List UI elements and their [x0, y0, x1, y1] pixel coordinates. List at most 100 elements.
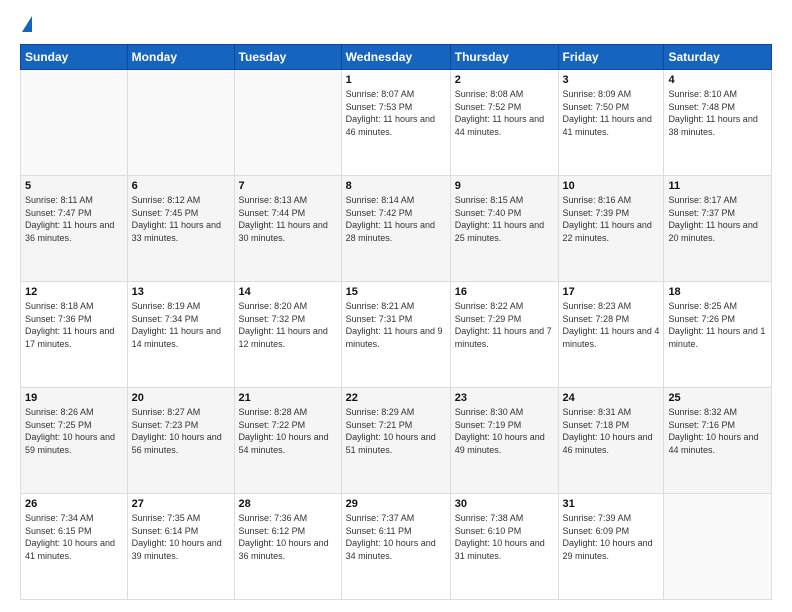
day-info: Sunrise: 7:39 AM Sunset: 6:09 PM Dayligh…: [563, 512, 660, 562]
calendar-cell: [664, 494, 772, 600]
calendar-day-header: Sunday: [21, 45, 128, 70]
day-info: Sunrise: 8:16 AM Sunset: 7:39 PM Dayligh…: [563, 194, 660, 244]
calendar-cell: 11 Sunrise: 8:17 AM Sunset: 7:37 PM Dayli…: [664, 176, 772, 282]
logo: [20, 16, 32, 34]
day-info: Sunrise: 7:37 AM Sunset: 6:11 PM Dayligh…: [346, 512, 446, 562]
day-number: 2: [455, 74, 554, 86]
day-number: 3: [563, 74, 660, 86]
day-number: 27: [132, 498, 230, 510]
calendar-cell: 27 Sunrise: 7:35 AM Sunset: 6:14 PM Dayli…: [127, 494, 234, 600]
calendar-cell: 5 Sunrise: 8:11 AM Sunset: 7:47 PM Daylig…: [21, 176, 128, 282]
day-info: Sunrise: 8:21 AM Sunset: 7:31 PM Dayligh…: [346, 300, 446, 350]
day-number: 24: [563, 392, 660, 404]
logo-triangle-icon: [22, 16, 32, 32]
day-number: 4: [668, 74, 767, 86]
day-info: Sunrise: 8:25 AM Sunset: 7:26 PM Dayligh…: [668, 300, 767, 350]
calendar-cell: 13 Sunrise: 8:19 AM Sunset: 7:34 PM Dayli…: [127, 282, 234, 388]
day-number: 1: [346, 74, 446, 86]
day-info: Sunrise: 7:34 AM Sunset: 6:15 PM Dayligh…: [25, 512, 123, 562]
day-info: Sunrise: 8:18 AM Sunset: 7:36 PM Dayligh…: [25, 300, 123, 350]
calendar-cell: 25Sunrise: 8:32 AM Sunset: 7:16 PM Dayli…: [664, 388, 772, 494]
calendar-cell: 1 Sunrise: 8:07 AM Sunset: 7:53 PM Daylig…: [341, 70, 450, 176]
day-info: Sunrise: 8:30 AM Sunset: 7:19 PM Dayligh…: [455, 406, 554, 456]
calendar-day-header: Wednesday: [341, 45, 450, 70]
day-info: Sunrise: 7:35 AM Sunset: 6:14 PM Dayligh…: [132, 512, 230, 562]
page: SundayMondayTuesdayWednesdayThursdayFrid…: [0, 0, 792, 612]
day-info: Sunrise: 8:23 AM Sunset: 7:28 PM Dayligh…: [563, 300, 660, 350]
calendar-table: SundayMondayTuesdayWednesdayThursdayFrid…: [20, 44, 772, 600]
day-number: 13: [132, 286, 230, 298]
header: [20, 16, 772, 34]
day-info: Sunrise: 8:12 AM Sunset: 7:45 PM Dayligh…: [132, 194, 230, 244]
day-number: 5: [25, 180, 123, 192]
day-number: 31: [563, 498, 660, 510]
calendar-cell: 31 Sunrise: 7:39 AM Sunset: 6:09 PM Dayli…: [558, 494, 664, 600]
calendar-cell: 17 Sunrise: 8:23 AM Sunset: 7:28 PM Dayli…: [558, 282, 664, 388]
calendar-cell: 22 Sunrise: 8:29 AM Sunset: 7:21 PM Dayli…: [341, 388, 450, 494]
calendar-cell: [234, 70, 341, 176]
day-number: 26: [25, 498, 123, 510]
day-number: 15: [346, 286, 446, 298]
calendar-cell: 9 Sunrise: 8:15 AM Sunset: 7:40 PM Daylig…: [450, 176, 558, 282]
day-number: 7: [239, 180, 337, 192]
day-info: Sunrise: 8:07 AM Sunset: 7:53 PM Dayligh…: [346, 88, 446, 138]
day-info: Sunrise: 8:11 AM Sunset: 7:47 PM Dayligh…: [25, 194, 123, 244]
day-info: Sunrise: 8:17 AM Sunset: 7:37 PM Dayligh…: [668, 194, 767, 244]
calendar-cell: 6 Sunrise: 8:12 AM Sunset: 7:45 PM Daylig…: [127, 176, 234, 282]
day-number: 8: [346, 180, 446, 192]
day-number: 21: [239, 392, 337, 404]
calendar-cell: 16 Sunrise: 8:22 AM Sunset: 7:29 PM Dayli…: [450, 282, 558, 388]
calendar-cell: 8 Sunrise: 8:14 AM Sunset: 7:42 PM Daylig…: [341, 176, 450, 282]
day-info: Sunrise: 8:10 AM Sunset: 7:48 PM Dayligh…: [668, 88, 767, 138]
day-number: 6: [132, 180, 230, 192]
day-number: 16: [455, 286, 554, 298]
calendar-cell: [21, 70, 128, 176]
calendar-day-header: Tuesday: [234, 45, 341, 70]
calendar-cell: 19 Sunrise: 8:26 AM Sunset: 7:25 PM Dayli…: [21, 388, 128, 494]
day-info: Sunrise: 8:15 AM Sunset: 7:40 PM Dayligh…: [455, 194, 554, 244]
calendar-cell: 7 Sunrise: 8:13 AM Sunset: 7:44 PM Daylig…: [234, 176, 341, 282]
calendar-week-row: 5 Sunrise: 8:11 AM Sunset: 7:47 PM Daylig…: [21, 176, 772, 282]
day-info: Sunrise: 8:31 AM Sunset: 7:18 PM Dayligh…: [563, 406, 660, 456]
day-info: Sunrise: 8:27 AM Sunset: 7:23 PM Dayligh…: [132, 406, 230, 456]
calendar-cell: 29Sunrise: 7:37 AM Sunset: 6:11 PM Dayli…: [341, 494, 450, 600]
calendar-cell: 26 Sunrise: 7:34 AM Sunset: 6:15 PM Dayli…: [21, 494, 128, 600]
day-number: 19: [25, 392, 123, 404]
day-info: Sunrise: 8:14 AM Sunset: 7:42 PM Dayligh…: [346, 194, 446, 244]
day-number: 9: [455, 180, 554, 192]
calendar-cell: 4 Sunrise: 8:10 AM Sunset: 7:48 PM Daylig…: [664, 70, 772, 176]
day-number: 20: [132, 392, 230, 404]
day-info: Sunrise: 8:26 AM Sunset: 7:25 PM Dayligh…: [25, 406, 123, 456]
calendar-cell: 12Sunrise: 8:18 AM Sunset: 7:36 PM Dayli…: [21, 282, 128, 388]
day-info: Sunrise: 8:20 AM Sunset: 7:32 PM Dayligh…: [239, 300, 337, 350]
day-info: Sunrise: 8:19 AM Sunset: 7:34 PM Dayligh…: [132, 300, 230, 350]
day-info: Sunrise: 8:32 AM Sunset: 7:16 PM Dayligh…: [668, 406, 767, 456]
day-number: 14: [239, 286, 337, 298]
day-info: Sunrise: 8:29 AM Sunset: 7:21 PM Dayligh…: [346, 406, 446, 456]
calendar-header-row: SundayMondayTuesdayWednesdayThursdayFrid…: [21, 45, 772, 70]
day-number: 22: [346, 392, 446, 404]
calendar-day-header: Monday: [127, 45, 234, 70]
calendar-week-row: 12Sunrise: 8:18 AM Sunset: 7:36 PM Dayli…: [21, 282, 772, 388]
day-number: 23: [455, 392, 554, 404]
day-info: Sunrise: 8:13 AM Sunset: 7:44 PM Dayligh…: [239, 194, 337, 244]
day-info: Sunrise: 7:36 AM Sunset: 6:12 PM Dayligh…: [239, 512, 337, 562]
day-info: Sunrise: 7:38 AM Sunset: 6:10 PM Dayligh…: [455, 512, 554, 562]
day-number: 17: [563, 286, 660, 298]
calendar-week-row: 1 Sunrise: 8:07 AM Sunset: 7:53 PM Daylig…: [21, 70, 772, 176]
day-info: Sunrise: 8:08 AM Sunset: 7:52 PM Dayligh…: [455, 88, 554, 138]
day-number: 11: [668, 180, 767, 192]
day-info: Sunrise: 8:22 AM Sunset: 7:29 PM Dayligh…: [455, 300, 554, 350]
calendar-week-row: 19 Sunrise: 8:26 AM Sunset: 7:25 PM Dayli…: [21, 388, 772, 494]
calendar-cell: 23 Sunrise: 8:30 AM Sunset: 7:19 PM Dayli…: [450, 388, 558, 494]
calendar-week-row: 26 Sunrise: 7:34 AM Sunset: 6:15 PM Dayli…: [21, 494, 772, 600]
day-number: 30: [455, 498, 554, 510]
calendar-cell: 10 Sunrise: 8:16 AM Sunset: 7:39 PM Dayli…: [558, 176, 664, 282]
calendar-day-header: Saturday: [664, 45, 772, 70]
calendar-day-header: Friday: [558, 45, 664, 70]
calendar-cell: 21Sunrise: 8:28 AM Sunset: 7:22 PM Dayli…: [234, 388, 341, 494]
day-number: 10: [563, 180, 660, 192]
calendar-cell: 14 Sunrise: 8:20 AM Sunset: 7:32 PM Dayli…: [234, 282, 341, 388]
calendar-cell: [127, 70, 234, 176]
calendar-cell: 15 Sunrise: 8:21 AM Sunset: 7:31 PM Dayli…: [341, 282, 450, 388]
